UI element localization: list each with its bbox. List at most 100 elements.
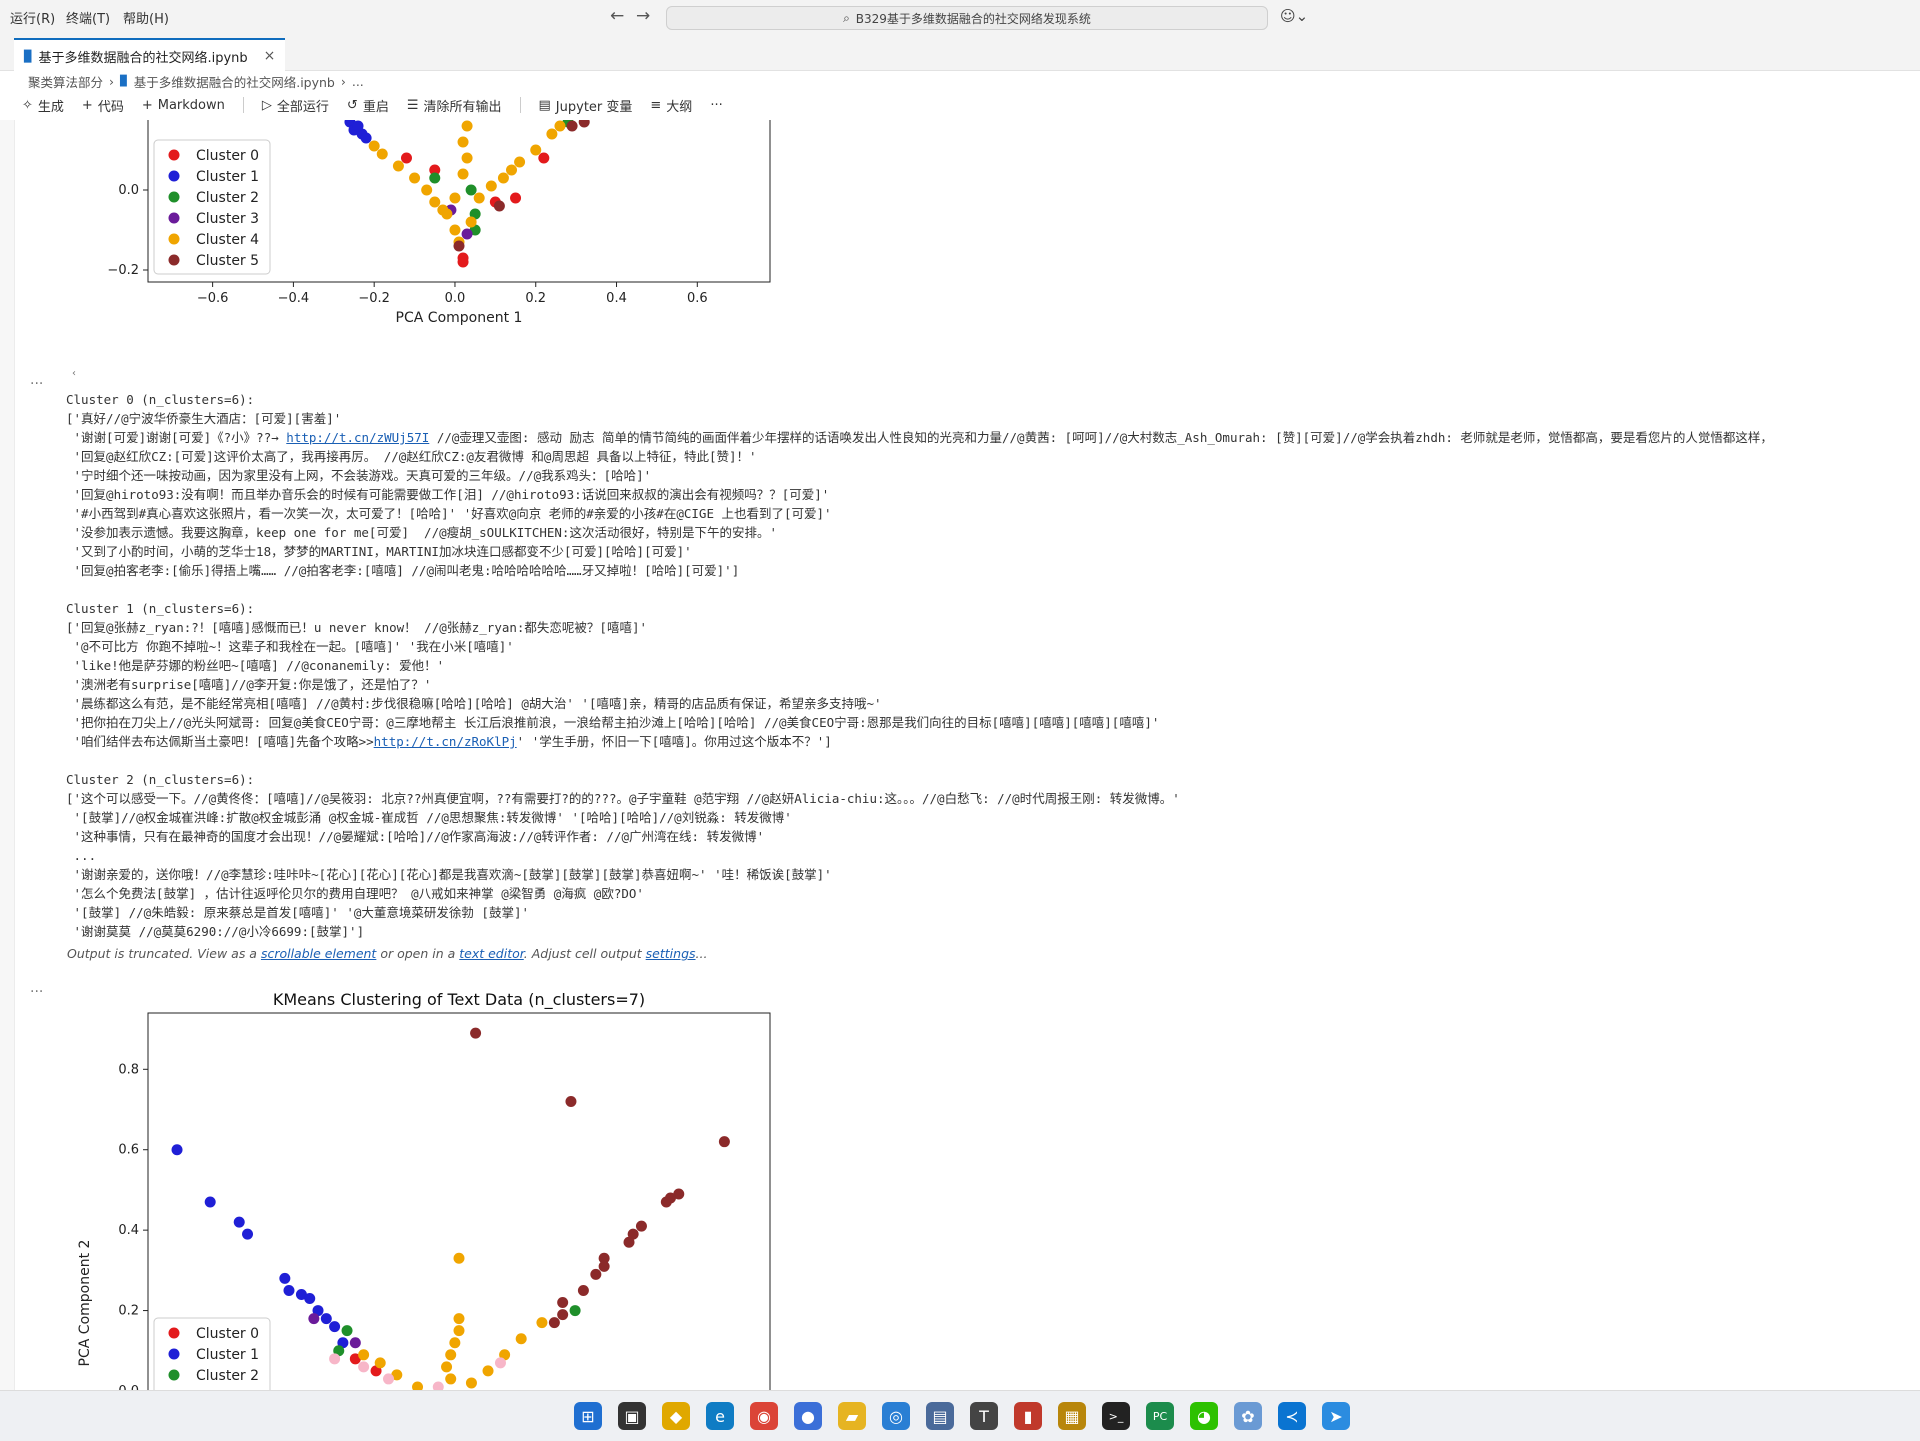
taskbar: ⊞ ▣ ◆ e ◉ ● ▰ ◎ ▤ T ▮ ▦ >_ PC ◕ ✿ ≺ ➤: [0, 1390, 1920, 1441]
notebook-toolbar: ✧ 生成 + 代码 + Markdown ▷ 全部运行 ↺ 重启 ☰ 清除所有输出 ▤ Jup…: [22, 94, 723, 116]
windows-start-icon[interactable]: ⊞: [574, 1402, 602, 1430]
forward-arrow-icon[interactable]: →: [636, 6, 650, 26]
cluster-0-header: Cluster 0 (n_clusters=6):: [66, 392, 255, 407]
cluster-2-output: Cluster 2 (n_clusters=6): ['这个可以感受一下。//@黄…: [66, 770, 1180, 941]
output-line: '回复@赵红欣CZ:[可爱]这评价太高了，我再接再厉。 //@赵红欣CZ:@友君…: [66, 449, 757, 464]
scatter-point: [493, 200, 505, 212]
command-center-search[interactable]: ⌕ B329基于多维数据融合的社交网络发现系统: [666, 6, 1268, 30]
notebook-output-area[interactable]: −0.6 −0.4 −0.2 0.0 0.2 0.4 0.6 0.0 −0.2 PCA Compo…: [14, 120, 1920, 1390]
output-ellipsis[interactable]: ...: [30, 372, 43, 388]
trunc-text: ...: [695, 946, 708, 961]
scatter-point: [536, 1317, 548, 1329]
terminal-icon[interactable]: >_: [1102, 1402, 1130, 1430]
generate-label: 生成: [37, 99, 64, 115]
scrollable-element-link[interactable]: scrollable element: [261, 946, 376, 961]
legend-label: Cluster 4: [196, 232, 259, 248]
remote-desktop-icon[interactable]: ▤: [926, 1402, 954, 1430]
output-line: 'like!他是萨芬娜的粉丝吧~[嘻嘻] //@conanemily: 爱他！': [66, 658, 445, 673]
menu-run[interactable]: 运行(R): [10, 8, 55, 27]
restart-label: 重启: [362, 99, 389, 115]
output-line-text: '谢谢[可爱]谢谢[可爱]《?小》??→: [66, 430, 287, 445]
notebook-tab[interactable]: ▉ 基于多维数据融合的社交网络.ipynb ×: [14, 38, 286, 72]
jupyter-variables-button[interactable]: ▤ Jupyter 变量: [539, 96, 633, 115]
scatter-point: [465, 1377, 477, 1389]
settings-link[interactable]: settings: [646, 946, 696, 961]
trunc-text: or open in a: [376, 946, 460, 961]
clear-all-icon: ☰: [406, 97, 419, 113]
scatter-point: [437, 204, 449, 216]
scatter-point: [530, 144, 542, 156]
add-code-button[interactable]: + 代码: [82, 96, 124, 115]
y-tick-label: 0.6: [118, 1143, 139, 1158]
search-app-icon[interactable]: ◎: [882, 1402, 910, 1430]
edge-icon[interactable]: e: [706, 1402, 734, 1430]
scatter-point: [457, 168, 469, 180]
menu-terminal[interactable]: 终端(T): [66, 8, 110, 27]
output-line-text: ' '学生手册，怀旧一下[嘻嘻]。你用过这个版本不？']: [516, 734, 832, 749]
y-tick-label: 0.4: [118, 1223, 139, 1238]
output-truncated-notice: Output is truncated. View as a scrollabl…: [67, 946, 707, 961]
variables-label: Jupyter 变量: [555, 99, 633, 115]
scatter-point: [453, 1313, 465, 1325]
output-link[interactable]: http://t.cn/zRoKlPj: [374, 734, 517, 749]
scatter-point: [242, 1228, 254, 1240]
security-app-icon[interactable]: ◆: [662, 1402, 690, 1430]
task-view-icon[interactable]: ▣: [618, 1402, 646, 1430]
pycharm-icon[interactable]: PC: [1146, 1402, 1174, 1430]
scroll-left-icon[interactable]: ‹: [72, 368, 76, 379]
wechat-icon[interactable]: ◕: [1190, 1402, 1218, 1430]
text-editor-link[interactable]: text editor: [459, 946, 524, 961]
restart-button[interactable]: ↺ 重启: [347, 96, 389, 115]
outline-button[interactable]: ≡ 大纲: [650, 96, 692, 115]
scatter-chart-n7: 0.00.20.40.60.8PCA Component 2KMeans Clu…: [77, 990, 771, 1390]
x-axis-label: PCA Component 1: [396, 310, 523, 326]
breadcrumb-file[interactable]: 基于多维数据融合的社交网络.ipynb: [134, 72, 335, 91]
output-line: '澳洲老有surprise[嘻嘻]//@李开复:你是饿了，还是怕了？': [66, 677, 432, 692]
output-link[interactable]: http://t.cn/zWUj57I: [286, 430, 429, 445]
pdf-icon[interactable]: ▮: [1014, 1402, 1042, 1430]
scatter-point: [577, 1284, 589, 1296]
network-icon[interactable]: ✿: [1234, 1402, 1262, 1430]
add-markdown-button[interactable]: + Markdown: [142, 98, 225, 113]
scatter-point: [341, 1325, 353, 1337]
close-icon[interactable]: ×: [264, 48, 276, 64]
y-tick-label: 0.0: [118, 183, 139, 198]
notebook-tab-label: 基于多维数据融合的社交网络.ipynb: [38, 50, 248, 66]
vscode-icon[interactable]: ≺: [1278, 1402, 1306, 1430]
notebook-icon: ▉: [120, 76, 128, 87]
cluster-1-output: Cluster 1 (n_clusters=6): ['回复@张赫z_ryan:?…: [66, 599, 1159, 751]
more-actions-button[interactable]: ···: [710, 98, 722, 113]
scatter-point: [515, 1333, 527, 1345]
scatter-point: [554, 120, 566, 132]
list-icon: ≡: [650, 97, 662, 113]
feishu-icon[interactable]: ➤: [1322, 1402, 1350, 1430]
scatter-point: [457, 136, 469, 148]
typora-icon[interactable]: T: [970, 1402, 998, 1430]
plus-icon: +: [141, 97, 153, 113]
scatter-point: [548, 1317, 560, 1329]
copilot-icon[interactable]: ☺⌄: [1280, 7, 1308, 25]
menu-help[interactable]: 帮助(H): [123, 8, 169, 27]
breadcrumb-more[interactable]: ...: [352, 74, 364, 89]
notes-icon[interactable]: ▦: [1058, 1402, 1086, 1430]
generate-button[interactable]: ✧ 生成: [22, 96, 64, 115]
clear-outputs-button[interactable]: ☰ 清除所有输出: [407, 96, 502, 115]
output-line: '@不可比方 你跑不掉啦~！这辈子和我栓在一起。[嘻嘻]' '我在小米[嘻嘻]': [66, 639, 514, 654]
breadcrumb-folder[interactable]: 聚类算法部分: [28, 72, 103, 91]
y-tick-label: −0.2: [107, 263, 139, 278]
chrome-icon[interactable]: ◉: [750, 1402, 778, 1430]
scatter-point: [409, 172, 421, 184]
output-line: '回复@hiroto93:没有啊！而且举办音乐会的时候有可能需要做工作[泪] /…: [66, 487, 830, 502]
file-explorer-icon[interactable]: ▰: [838, 1402, 866, 1430]
scatter-point: [349, 1337, 361, 1349]
code-label: 代码: [97, 99, 124, 115]
plus-icon: +: [81, 97, 93, 113]
scatter-point: [598, 1260, 610, 1272]
scatter-point: [566, 120, 578, 132]
back-arrow-icon[interactable]: ←: [610, 6, 624, 26]
legend-label: Cluster 1: [196, 1347, 259, 1363]
scatter-point: [623, 1236, 635, 1248]
run-all-button[interactable]: ▷ 全部运行: [262, 96, 329, 115]
x-tick-label: 0.6: [687, 291, 708, 306]
browser-icon[interactable]: ●: [794, 1402, 822, 1430]
